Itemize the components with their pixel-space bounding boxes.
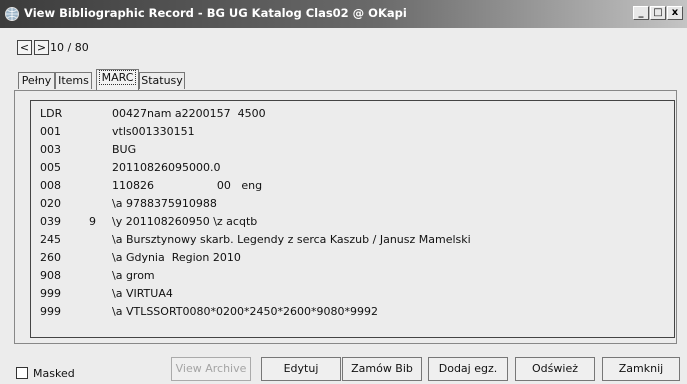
marc-tag: 001 bbox=[40, 125, 61, 138]
marc-value: \a VIRTUA4 bbox=[112, 287, 173, 300]
marc-tag: 999 bbox=[40, 305, 61, 318]
tab-label: Pełny bbox=[21, 74, 52, 87]
marc-row: 999 \a VTLSSORT0080*0200*2450*2600*9080*… bbox=[31, 305, 671, 323]
title-bar[interactable]: View Bibliographic Record - BG UG Katalo… bbox=[0, 0, 687, 28]
tab-label: Statusy bbox=[141, 74, 183, 87]
dodaj-egz-button[interactable]: Dodaj egz. bbox=[428, 357, 508, 381]
view-archive-button[interactable]: View Archive bbox=[171, 357, 251, 381]
marc-tag: 999 bbox=[40, 287, 61, 300]
marc-row: 001 vtls001330151 bbox=[31, 125, 671, 143]
marc-row: 020 \a 9788375910988 bbox=[31, 197, 671, 215]
bib-record-window: View Bibliographic Record - BG UG Katalo… bbox=[0, 0, 687, 384]
marc-value: \a Bursztynowy skarb. Legendy z serca Ka… bbox=[112, 233, 471, 246]
next-record-button[interactable]: > bbox=[34, 40, 49, 55]
marc-row: 260 \a Gdynia Region 2010 bbox=[31, 251, 671, 269]
tab-label: MARC bbox=[98, 70, 137, 85]
marc-value: vtls001330151 bbox=[112, 125, 195, 138]
marc-value: 00427nam a2200157 4500 bbox=[112, 107, 266, 120]
marc-value: \a VTLSSORT0080*0200*2450*2600*9080*9992 bbox=[112, 305, 378, 318]
marc-tag: 245 bbox=[40, 233, 61, 246]
minimize-button[interactable]: _ bbox=[633, 6, 649, 20]
marc-tag: 908 bbox=[40, 269, 61, 282]
marc-value: 20110826095000.0 bbox=[112, 161, 221, 174]
marc-value: \a 9788375910988 bbox=[112, 197, 217, 210]
zamow-bib-button[interactable]: Zamów Bib bbox=[342, 357, 422, 381]
tab-label: Items bbox=[58, 74, 89, 87]
marc-value: BUG bbox=[112, 143, 137, 156]
marc-row: 999 \a VIRTUA4 bbox=[31, 287, 671, 305]
masked-label: Masked bbox=[33, 367, 75, 380]
marc-row: 008 110826 00 eng bbox=[31, 179, 671, 197]
prev-record-button[interactable]: < bbox=[17, 40, 32, 55]
marc-panel: LDR 00427nam a2200157 4500 001 vtls00133… bbox=[14, 90, 677, 344]
marc-row: 039 9 \y 201108260950 \z acqtb bbox=[31, 215, 671, 233]
globe-icon bbox=[5, 7, 19, 21]
window-title: View Bibliographic Record - BG UG Katalo… bbox=[24, 6, 407, 20]
masked-checkbox[interactable] bbox=[16, 367, 28, 379]
marc-tag: 260 bbox=[40, 251, 61, 264]
marc-value: 110826 00 eng bbox=[112, 179, 263, 192]
tab-statusy[interactable]: Statusy bbox=[139, 72, 185, 89]
marc-row: 003 BUG bbox=[31, 143, 671, 161]
edytuj-button[interactable]: Edytuj bbox=[261, 357, 341, 381]
marc-row: LDR 00427nam a2200157 4500 bbox=[31, 107, 671, 125]
marc-tag: 039 bbox=[40, 215, 61, 228]
marc-indicator: 9 bbox=[89, 215, 96, 228]
record-counter: 10 / 80 bbox=[50, 41, 89, 54]
marc-value: \a Gdynia Region 2010 bbox=[112, 251, 241, 264]
marc-row: 908 \a grom bbox=[31, 269, 671, 287]
marc-tag: 008 bbox=[40, 179, 61, 192]
maximize-button[interactable]: □ bbox=[650, 6, 666, 20]
marc-value: \y 201108260950 \z acqtb bbox=[112, 215, 258, 228]
zamknij-button[interactable]: Zamknij bbox=[602, 357, 680, 381]
marc-tag: 005 bbox=[40, 161, 61, 174]
tab-pelny[interactable]: Pełny bbox=[18, 72, 55, 89]
marc-value: \a grom bbox=[112, 269, 155, 282]
tab-marc[interactable]: MARC bbox=[96, 69, 139, 90]
marc-tag: 020 bbox=[40, 197, 61, 210]
odswiez-button[interactable]: Odśwież bbox=[515, 357, 595, 381]
close-button[interactable]: x bbox=[667, 6, 683, 20]
marc-row: 005 20110826095000.0 bbox=[31, 161, 671, 179]
marc-row: 245 \a Bursztynowy skarb. Legendy z serc… bbox=[31, 233, 671, 251]
marc-record-list[interactable]: LDR 00427nam a2200157 4500 001 vtls00133… bbox=[30, 100, 675, 338]
marc-tag: 003 bbox=[40, 143, 61, 156]
tab-items[interactable]: Items bbox=[55, 72, 92, 89]
marc-tag: LDR bbox=[40, 107, 63, 120]
